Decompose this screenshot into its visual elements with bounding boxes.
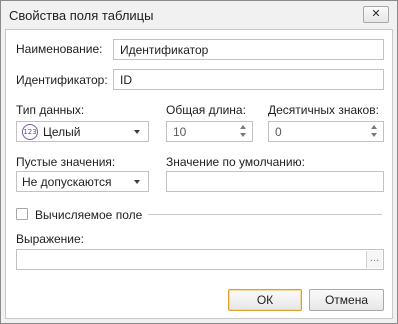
- nulls-value: Не допускаются: [22, 175, 112, 189]
- id-input[interactable]: ID: [113, 69, 384, 90]
- data-type-label: Тип данных:: [16, 103, 85, 117]
- name-label: Наименование:: [16, 42, 103, 56]
- ellipsis-icon: …: [369, 253, 380, 264]
- ok-button[interactable]: ОК: [228, 289, 302, 311]
- expression-input[interactable]: …: [16, 249, 384, 270]
- total-length-label: Общая длина:: [166, 103, 246, 117]
- default-label: Значение по умолчанию:: [166, 155, 305, 169]
- decimals-value: 0: [275, 125, 282, 139]
- name-input[interactable]: Идентификатор: [113, 39, 384, 60]
- dialog-window: Свойства поля таблицы ✕ Наименование: Ид…: [0, 0, 398, 324]
- section-divider: [148, 214, 382, 215]
- title-bar[interactable]: Свойства поля таблицы ✕: [1, 1, 397, 29]
- integer-type-icon: 123: [22, 124, 38, 140]
- total-length-value: 10: [173, 125, 187, 139]
- decimals-stepper[interactable]: 0: [268, 121, 384, 142]
- browse-button[interactable]: …: [366, 251, 382, 268]
- spin-down-icon[interactable]: [240, 133, 246, 137]
- chevron-down-icon: [134, 180, 140, 184]
- computed-field-label[interactable]: Вычисляемое поле: [35, 208, 142, 222]
- spin-down-icon[interactable]: [371, 133, 377, 137]
- dialog-content: Наименование: Идентификатор Идентификато…: [5, 29, 393, 319]
- decimals-label: Десятичных знаков:: [268, 103, 379, 117]
- cancel-button[interactable]: Отмена: [309, 289, 384, 311]
- expression-label: Выражение:: [16, 232, 85, 246]
- chevron-down-icon: [134, 130, 140, 134]
- total-length-stepper[interactable]: 10: [166, 121, 253, 142]
- computed-field-checkbox[interactable]: [16, 208, 28, 220]
- close-icon: ✕: [371, 8, 381, 20]
- spin-up-icon[interactable]: [240, 125, 246, 129]
- default-value-input[interactable]: [166, 171, 384, 192]
- nulls-label: Пустые значения:: [16, 155, 116, 169]
- close-button[interactable]: ✕: [363, 6, 389, 23]
- spin-up-icon[interactable]: [371, 125, 377, 129]
- data-type-select[interactable]: 123 Целый: [16, 121, 149, 142]
- nulls-select[interactable]: Не допускаются: [16, 171, 149, 192]
- data-type-value: Целый: [43, 125, 81, 139]
- id-label: Идентификатор:: [16, 73, 108, 87]
- dialog-title: Свойства поля таблицы: [9, 8, 154, 23]
